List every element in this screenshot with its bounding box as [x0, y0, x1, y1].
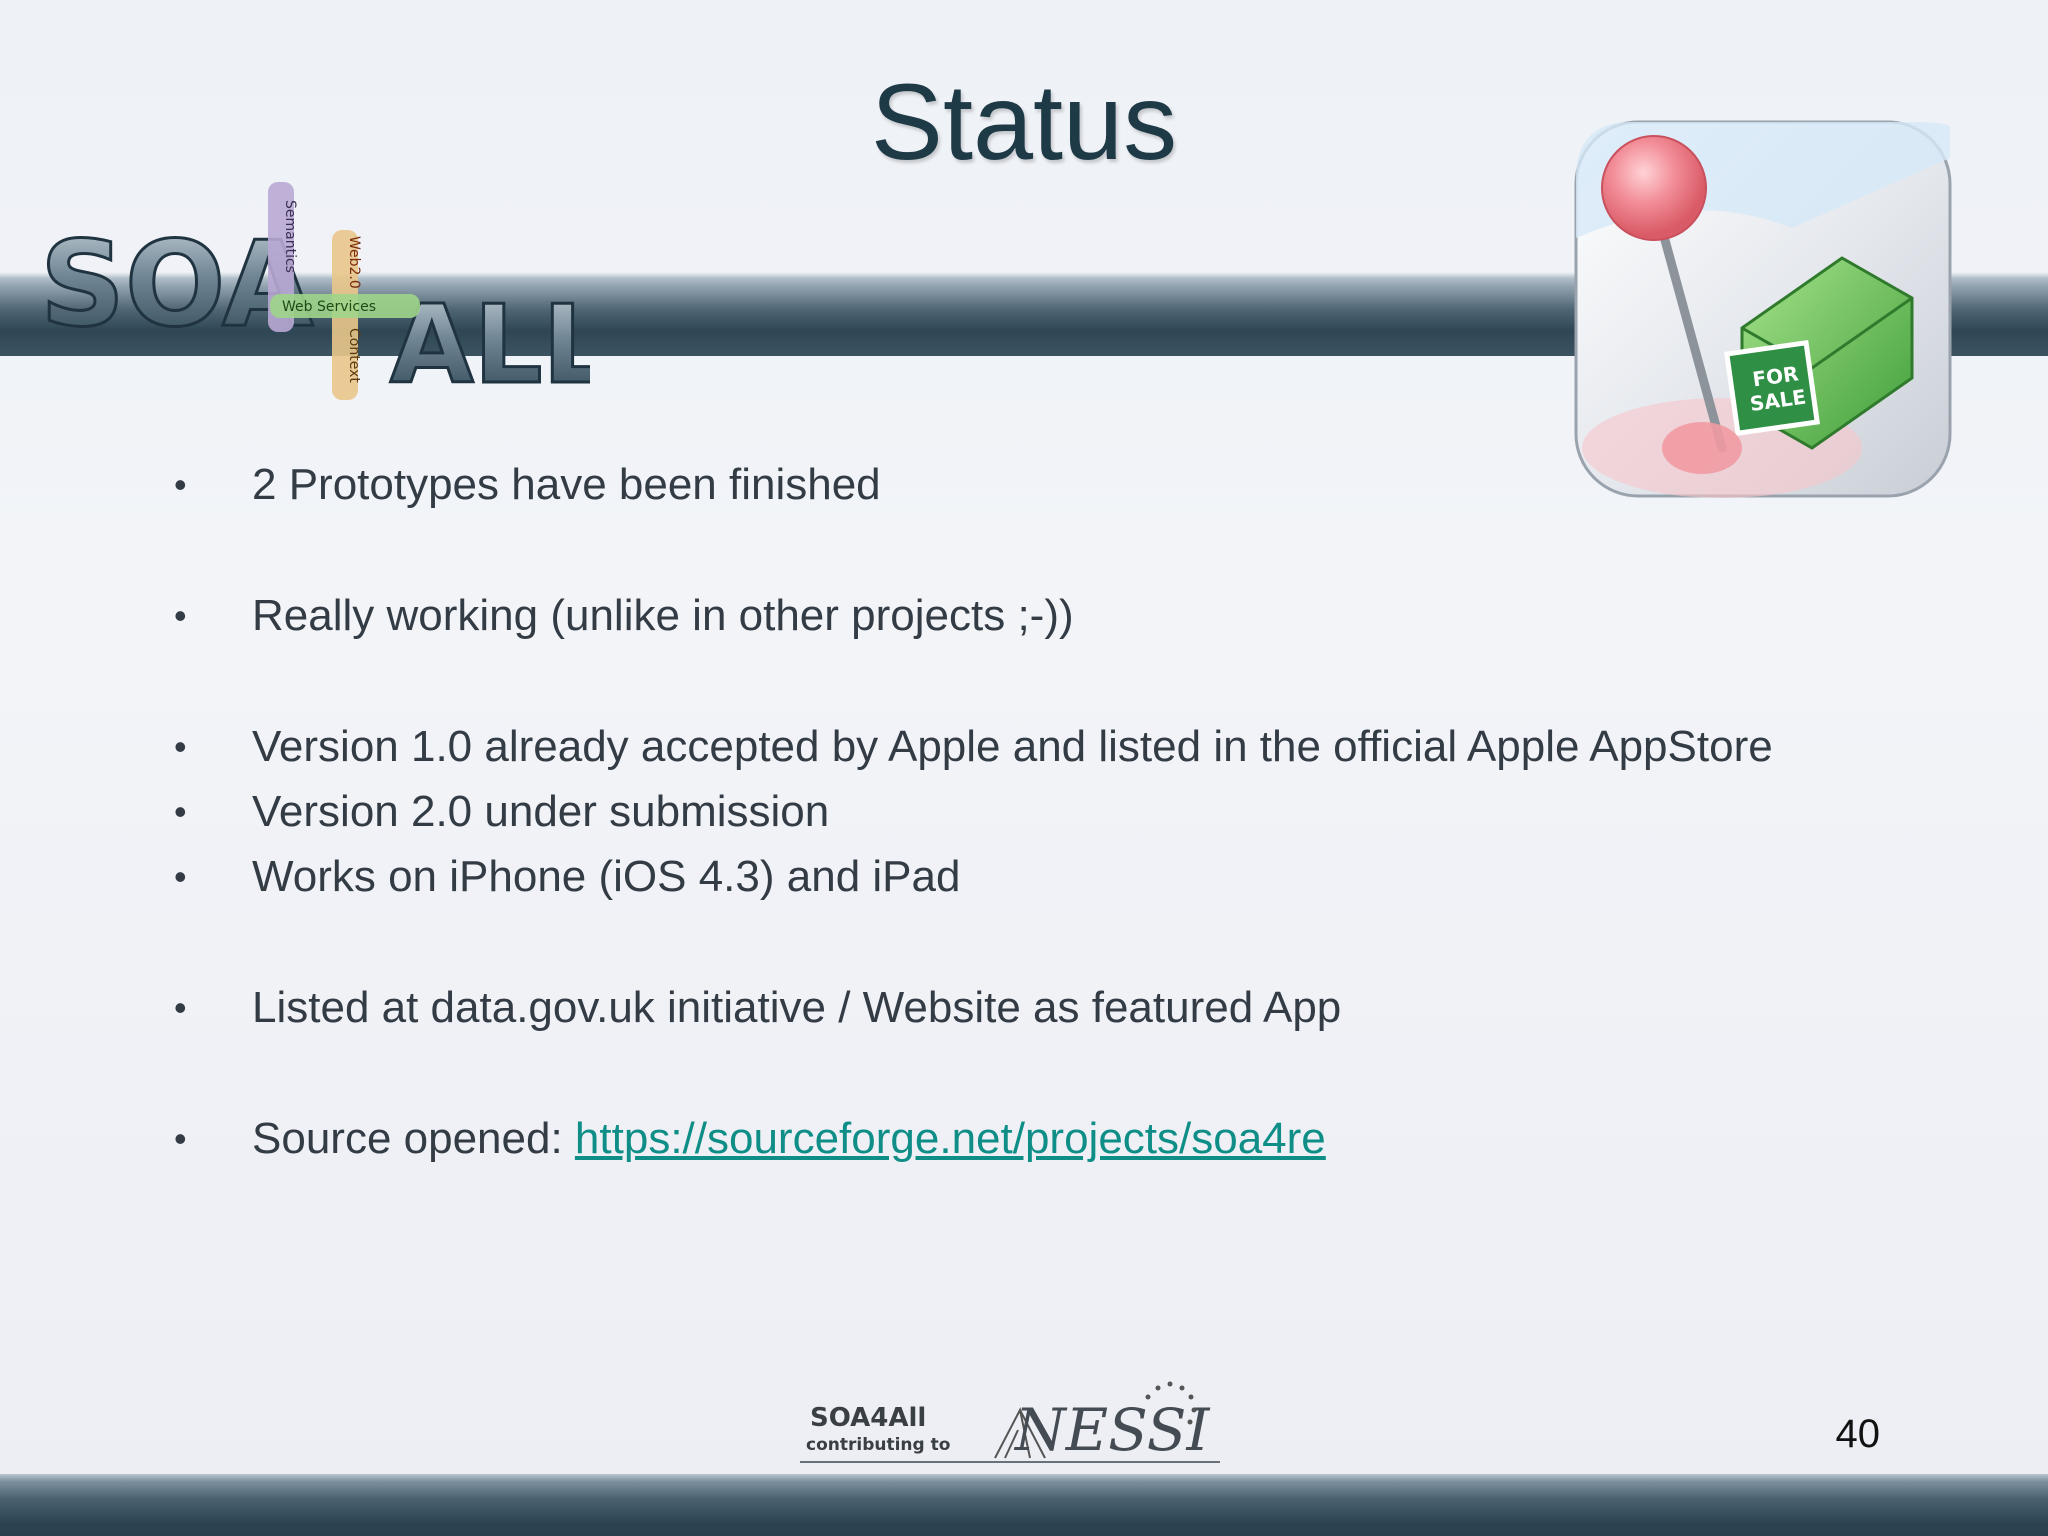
bullet-text: 2 Prototypes have been finished	[252, 460, 881, 509]
bullet-dot: •	[174, 987, 187, 1028]
app-icon: FOR SALE	[1574, 120, 1952, 498]
bullet-dot: •	[174, 1118, 187, 1159]
bullet-dot: •	[174, 595, 187, 636]
logo-web-services-text: Web Services	[282, 299, 376, 315]
bullet-text: Version 2.0 under submission	[252, 787, 830, 836]
logo-context-text: Context	[346, 328, 362, 383]
bullet-text: Really working (unlike in other projects…	[252, 591, 1074, 640]
bullet-list: • 2 Prototypes have been finished • Real…	[170, 452, 1970, 1171]
soa4all-logo: SOA ALL Semantics Web2.0 Context Web Ser…	[39, 182, 590, 400]
bullet-text: Listed at data.gov.uk initiative / Websi…	[252, 983, 1342, 1032]
logo-web20-text: Web2.0	[346, 236, 362, 289]
sourceforge-link[interactable]: https://sourceforge.net/projects/soa4re	[575, 1114, 1326, 1163]
footer-logo-line1: SOA4All	[810, 1403, 926, 1433]
bullet-dot: •	[174, 726, 187, 767]
logo-all-text: ALL	[390, 283, 590, 400]
bullet-item: • Version 2.0 under submission	[170, 779, 1970, 844]
bullet-item: • Source opened: https://sourceforge.net…	[170, 1106, 1970, 1171]
footer-logo-line2: contributing to	[806, 1435, 950, 1455]
page-number: 40	[1835, 1412, 1881, 1456]
bullet-item: • Listed at data.gov.uk initiative / Web…	[170, 975, 1970, 1040]
bullet-text: Version 1.0 already accepted by Apple an…	[252, 722, 1773, 771]
bullet-item: • Really working (unlike in other projec…	[170, 583, 1970, 648]
bullet-item: • 2 Prototypes have been finished	[170, 452, 1970, 517]
bullet-text: Source opened:	[252, 1114, 575, 1163]
bullet-item: • Version 1.0 already accepted by Apple …	[170, 714, 1970, 779]
footer-logo-nessi: NESSI	[1013, 1396, 1211, 1464]
bullet-dot: •	[174, 856, 187, 897]
bullet-dot: •	[174, 791, 187, 832]
soa4all-nessi-logo: SOA4All contributing to NESSI	[800, 1381, 1220, 1464]
bullet-text: Works on iPhone (iOS 4.3) and iPad	[252, 852, 961, 901]
bullet-item: • Works on iPhone (iOS 4.3) and iPad	[170, 844, 1970, 909]
bullet-dot: •	[174, 464, 187, 505]
slide: Status SOA ALL Semantics Web2.0 Context …	[0, 0, 2048, 1536]
logo-semantics-text: Semantics	[282, 200, 298, 273]
footer-band	[0, 1474, 2048, 1536]
